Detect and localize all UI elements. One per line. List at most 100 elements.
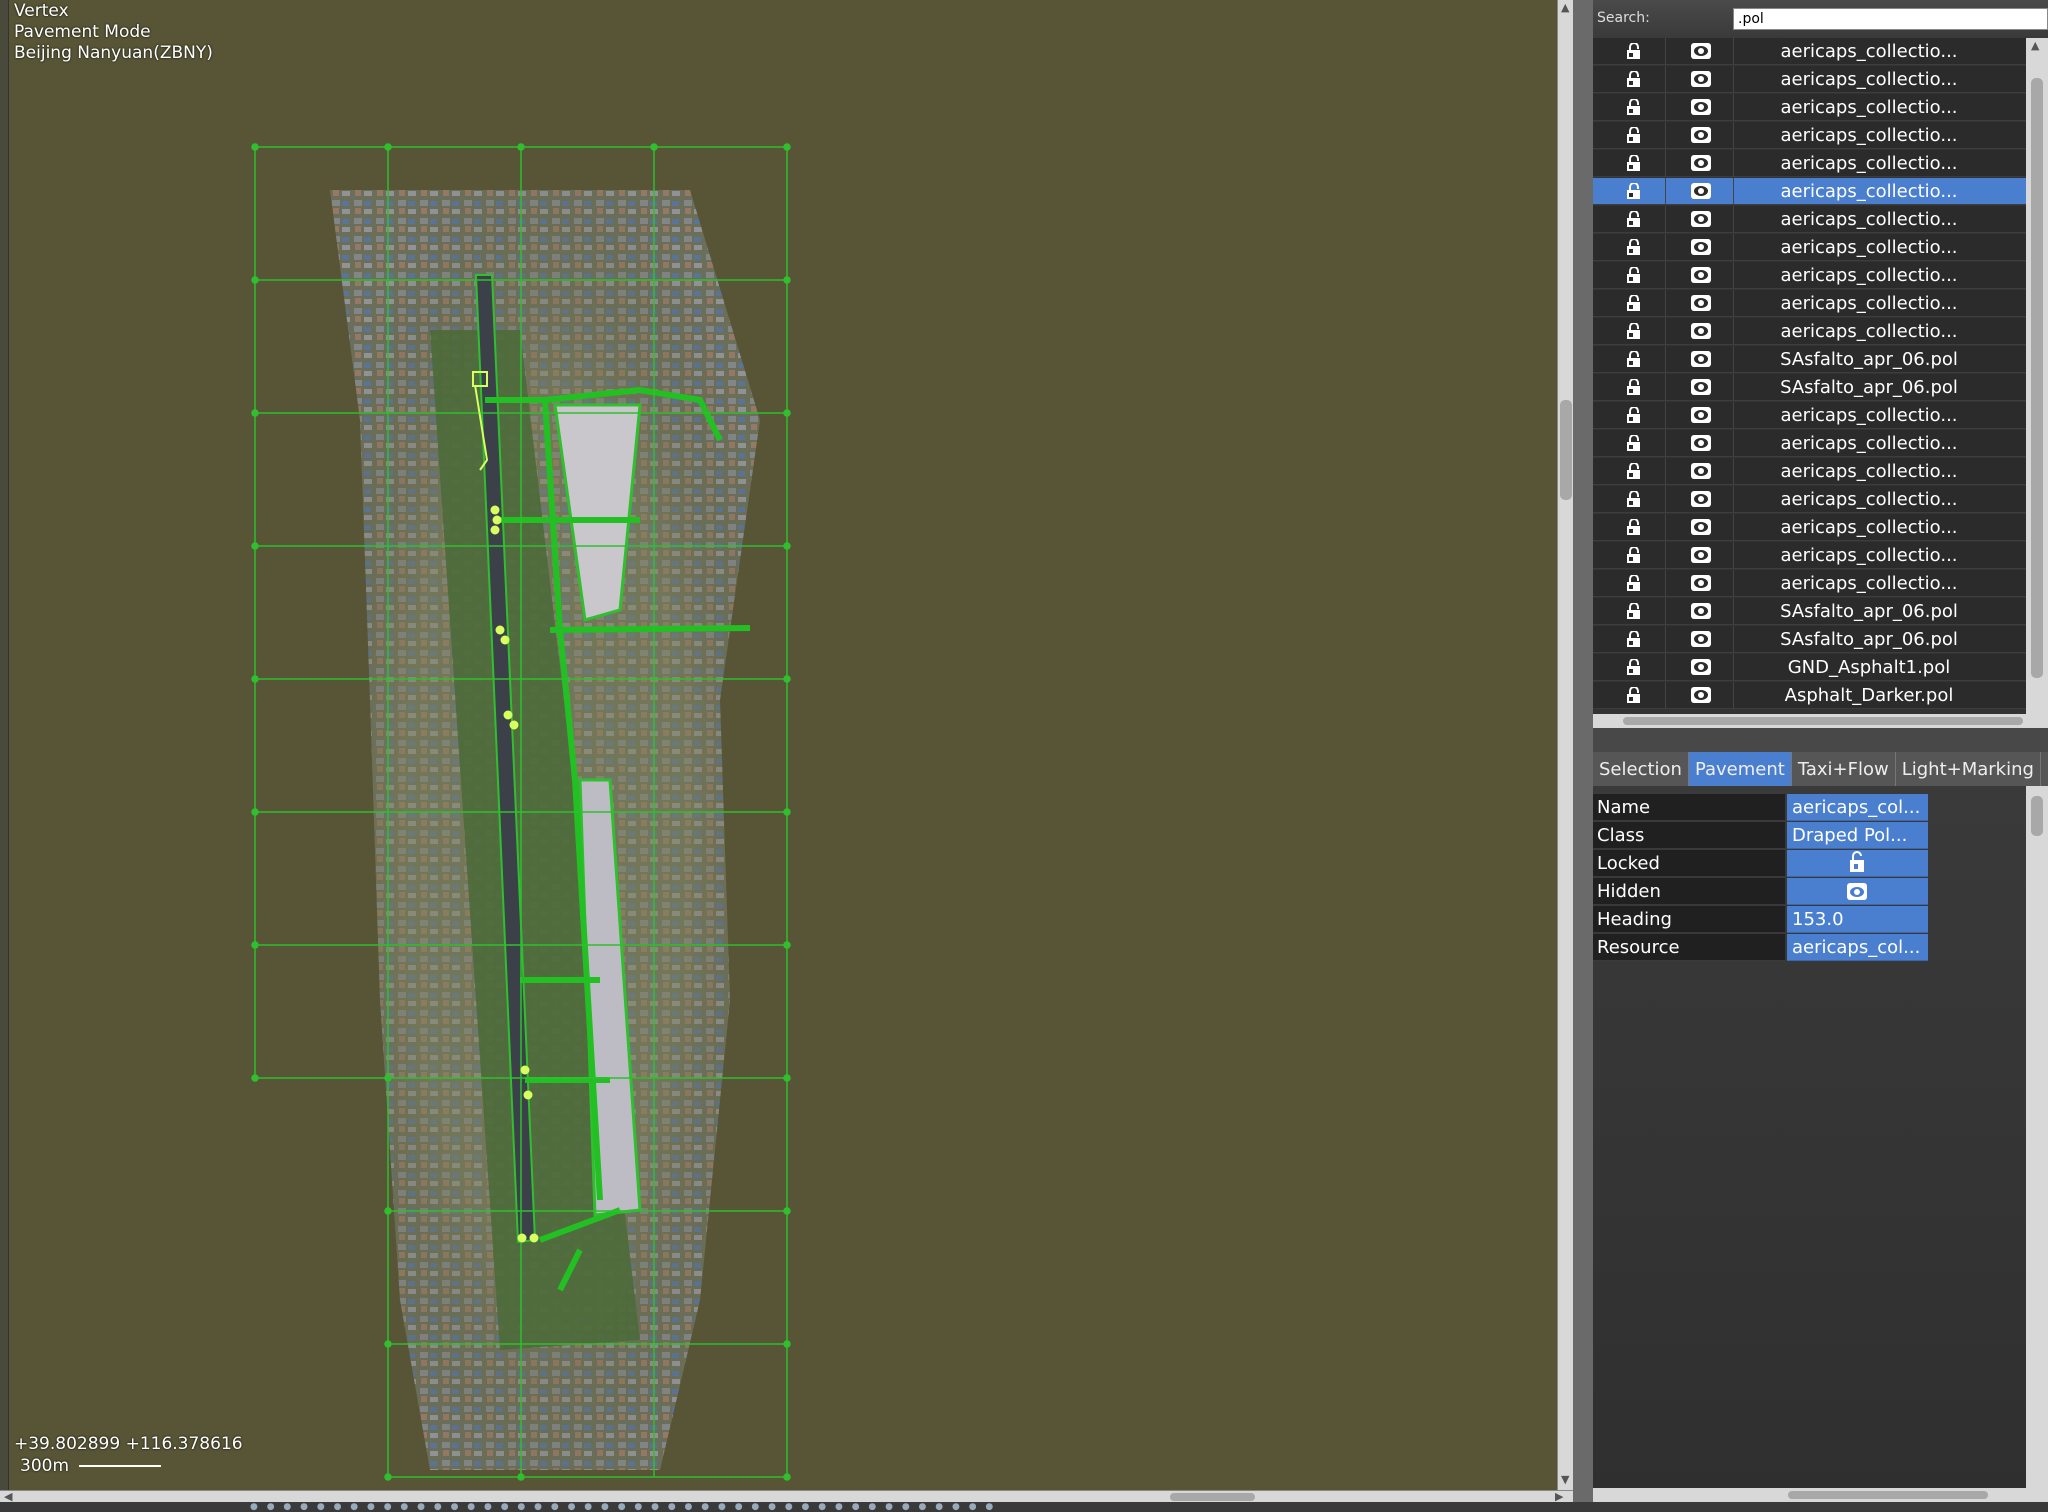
- map-horizontal-scroll-thumb[interactable]: [1170, 1493, 1255, 1501]
- list-item[interactable]: aericaps_collectio...: [1593, 206, 2026, 233]
- lock-icon[interactable]: [1626, 43, 1642, 59]
- list-item[interactable]: aericaps_collectio...: [1593, 514, 2026, 541]
- lock-icon[interactable]: [1626, 575, 1642, 591]
- airport-map-canvas[interactable]: [0, 0, 1563, 1490]
- lock-icon[interactable]: [1626, 127, 1642, 143]
- pane-splitter[interactable]: [1573, 0, 1593, 1502]
- list-item[interactable]: aericaps_collectio...: [1593, 486, 2026, 513]
- eye-icon[interactable]: [1688, 658, 1714, 676]
- eye-icon[interactable]: [1688, 266, 1714, 284]
- map-viewport[interactable]: Vertex Pavement Mode Beijing Nanyuan(ZBN…: [0, 0, 1563, 1490]
- taskbar-app-icons[interactable]: ● ● ● ● ● ● ● ● ● ● ● ● ● ● ● ● ● ● ● ● …: [250, 1503, 996, 1512]
- eye-icon[interactable]: [1688, 238, 1714, 256]
- property-value-locked[interactable]: [1787, 850, 1928, 877]
- scroll-up-arrow-icon[interactable]: ▲: [2031, 40, 2039, 52]
- list-item[interactable]: aericaps_collectio...: [1593, 402, 2026, 429]
- list-item[interactable]: aericaps_collectio...: [1593, 458, 2026, 485]
- lock-icon[interactable]: [1626, 407, 1642, 423]
- property-value-resource[interactable]: aericaps_col...: [1787, 934, 1928, 961]
- scroll-up-arrow-icon[interactable]: ▲: [1561, 2, 1569, 14]
- list-item[interactable]: Asphalt_Darker.pol: [1593, 682, 2026, 709]
- inspector-vertical-scroll-thumb[interactable]: [2031, 796, 2043, 836]
- list-item[interactable]: aericaps_collectio...: [1593, 542, 2026, 569]
- eye-icon[interactable]: [1688, 546, 1714, 564]
- eye-icon[interactable]: [1688, 98, 1714, 116]
- list-item[interactable]: SAsfalto_apr_06.pol: [1593, 374, 2026, 401]
- inspector-vertical-scrollbar[interactable]: [2026, 786, 2048, 1488]
- lock-icon[interactable]: [1626, 463, 1642, 479]
- list-item[interactable]: aericaps_collectio...: [1593, 290, 2026, 317]
- lock-icon[interactable]: [1626, 351, 1642, 367]
- tab-taxi-flow[interactable]: Taxi+Flow: [1792, 752, 1896, 786]
- eye-icon[interactable]: [1688, 630, 1714, 648]
- eye-icon[interactable]: [1688, 686, 1714, 704]
- eye-icon[interactable]: [1688, 42, 1714, 60]
- lock-icon[interactable]: [1787, 850, 1928, 877]
- eye-icon[interactable]: [1688, 182, 1714, 200]
- eye-icon[interactable]: [1688, 518, 1714, 536]
- map-vertical-scroll-thumb[interactable]: [1560, 400, 1572, 500]
- lock-icon[interactable]: [1626, 323, 1642, 339]
- eye-icon[interactable]: [1688, 154, 1714, 172]
- eye-icon[interactable]: [1688, 210, 1714, 228]
- list-item[interactable]: aericaps_collectio...: [1593, 318, 2026, 345]
- lock-icon[interactable]: [1626, 491, 1642, 507]
- lock-icon[interactable]: [1626, 99, 1642, 115]
- list-item[interactable]: aericaps_collectio...: [1593, 66, 2026, 93]
- list-vertical-scrollbar[interactable]: ▲: [2026, 38, 2048, 714]
- list-item[interactable]: aericaps_collectio...: [1593, 122, 2026, 149]
- inspector-horizontal-scroll-thumb[interactable]: [1788, 1491, 1988, 1499]
- lock-icon[interactable]: [1626, 631, 1642, 647]
- property-value-class[interactable]: Draped Pol...: [1787, 822, 1928, 849]
- list-item[interactable]: aericaps_collectio...: [1593, 150, 2026, 177]
- tab-light-marking[interactable]: Light+Marking: [1896, 752, 2041, 786]
- lock-icon[interactable]: [1626, 603, 1642, 619]
- list-item[interactable]: aericaps_collectio...: [1593, 38, 2026, 65]
- list-horizontal-scroll-thumb[interactable]: [1623, 717, 2023, 725]
- list-item[interactable]: SAsfalto_apr_06.pol: [1593, 346, 2026, 373]
- lock-icon[interactable]: [1626, 71, 1642, 87]
- scroll-down-arrow-icon[interactable]: ▼: [1561, 1474, 1569, 1486]
- property-value-heading[interactable]: 153.0: [1787, 906, 1928, 933]
- list-vertical-scroll-thumb[interactable]: [2031, 78, 2043, 678]
- eye-icon[interactable]: [1688, 322, 1714, 340]
- eye-icon[interactable]: [1688, 70, 1714, 88]
- lock-icon[interactable]: [1626, 155, 1642, 171]
- lock-icon[interactable]: [1626, 659, 1642, 675]
- lock-icon[interactable]: [1626, 211, 1642, 227]
- list-item[interactable]: SAsfalto_apr_06.pol: [1593, 626, 2026, 653]
- lock-icon[interactable]: [1626, 435, 1642, 451]
- list-item[interactable]: aericaps_collectio...: [1593, 262, 2026, 289]
- eye-icon[interactable]: [1688, 378, 1714, 396]
- tab-3d[interactable]: 3D: [2041, 752, 2048, 786]
- eye-icon[interactable]: [1688, 406, 1714, 424]
- eye-icon[interactable]: [1787, 878, 1928, 905]
- lock-icon[interactable]: [1626, 519, 1642, 535]
- tab-pavement[interactable]: Pavement: [1688, 752, 1792, 786]
- map-vertical-scrollbar[interactable]: ▲ ▼: [1557, 0, 1574, 1490]
- list-item[interactable]: aericaps_collectio...: [1593, 178, 2026, 205]
- lock-icon[interactable]: [1626, 547, 1642, 563]
- eye-icon[interactable]: [1688, 490, 1714, 508]
- lock-icon[interactable]: [1626, 295, 1642, 311]
- list-item[interactable]: SAsfalto_apr_06.pol: [1593, 598, 2026, 625]
- property-value-hidden[interactable]: [1787, 878, 1928, 905]
- lock-icon[interactable]: [1626, 267, 1642, 283]
- eye-icon[interactable]: [1688, 574, 1714, 592]
- eye-icon[interactable]: [1688, 126, 1714, 144]
- lock-icon[interactable]: [1626, 379, 1642, 395]
- eye-icon[interactable]: [1688, 602, 1714, 620]
- inspector-horizontal-scrollbar[interactable]: [1593, 1488, 2048, 1502]
- list-item[interactable]: GND_Asphalt1.pol: [1593, 654, 2026, 681]
- eye-icon[interactable]: [1688, 434, 1714, 452]
- list-horizontal-scrollbar[interactable]: [1593, 714, 2048, 728]
- eye-icon[interactable]: [1688, 350, 1714, 368]
- list-item[interactable]: aericaps_collectio...: [1593, 94, 2026, 121]
- list-item[interactable]: aericaps_collectio...: [1593, 570, 2026, 597]
- lock-icon[interactable]: [1626, 239, 1642, 255]
- lock-icon[interactable]: [1626, 183, 1642, 199]
- lock-icon[interactable]: [1626, 687, 1642, 703]
- eye-icon[interactable]: [1688, 462, 1714, 480]
- property-value-name[interactable]: aericaps_col...: [1787, 794, 1928, 821]
- eye-icon[interactable]: [1688, 294, 1714, 312]
